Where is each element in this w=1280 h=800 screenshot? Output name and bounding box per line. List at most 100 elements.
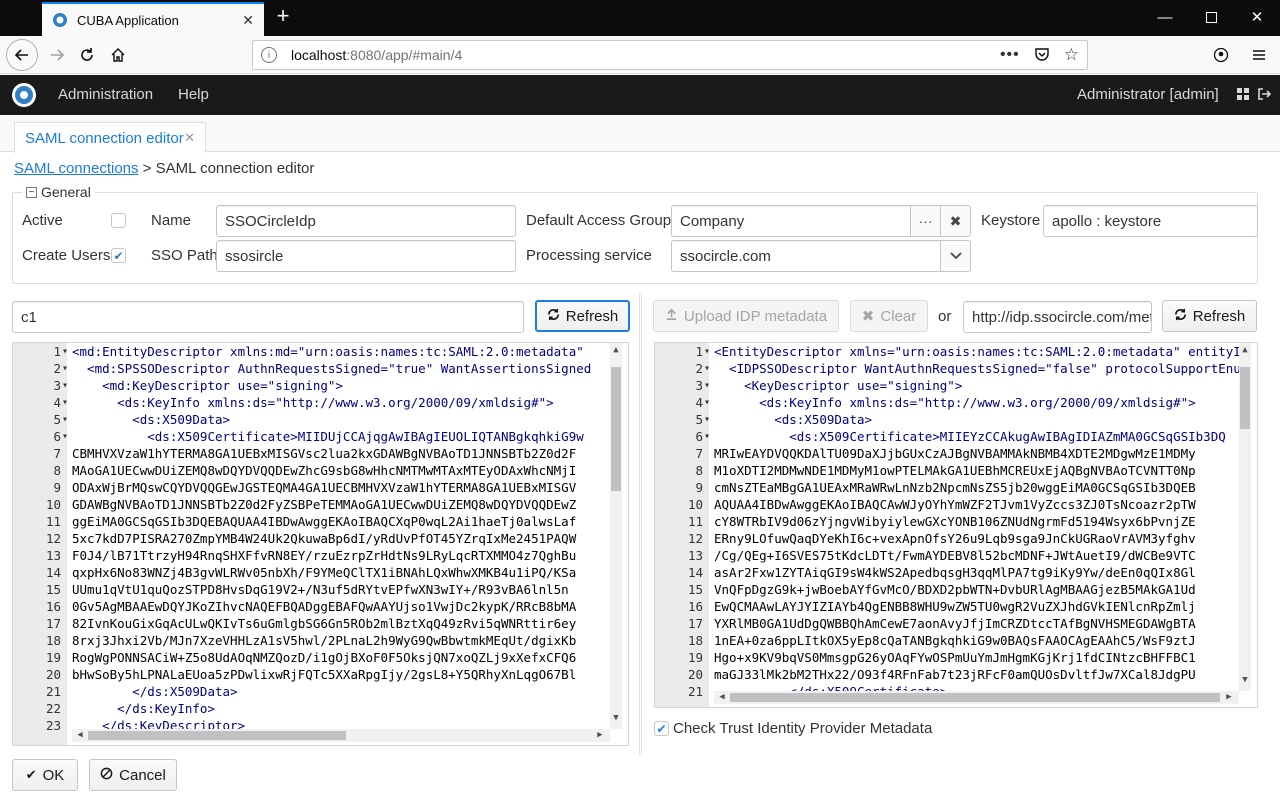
ok-button[interactable]: ✔ OK <box>12 759 78 791</box>
scroll-thumb[interactable] <box>1240 367 1250 429</box>
sp-editor-hscroll[interactable]: ◀ ▶ <box>72 729 610 742</box>
line-number: 15 <box>45 582 61 597</box>
lookup-ellipsis-icon[interactable]: ··· <box>910 205 941 237</box>
scroll-right-icon[interactable]: ▶ <box>1223 692 1235 702</box>
code-line: qxpHx6No83WNZj4B3gvWLRWv05nbXh/F9YMeQClT… <box>72 565 577 580</box>
site-info-icon[interactable]: i <box>261 47 277 63</box>
sp-metadata-editor[interactable]: 1 ▾ 2 ▾ 3 ▾ 4 ▾ 5 ▾ 6 ▾ 7 8 9 10 11 12 13 14 15 16 17 18 19 20 21 2… <box>12 342 629 746</box>
code-line: <ds:KeyInfo xmlns:ds="http://www.w3.org/… <box>72 395 554 410</box>
idp-metadata-editor[interactable]: 1 ▾ 2 ▾ 3 ▾ 4 ▾ 5 ▾ 6 ▾ 7 8 9 10 11 12 13 14 15 16 17 18 19 20 21 … <box>654 342 1258 708</box>
cancel-button[interactable]: Cancel <box>89 759 177 791</box>
account-icon[interactable] <box>1206 40 1236 70</box>
fold-icon[interactable]: ▾ <box>62 428 68 445</box>
line-number: 17 <box>687 616 703 631</box>
processing-service-label: Processing service <box>526 247 652 264</box>
sp-editor-code[interactable]: <md:EntityDescriptor xmlns:md="urn:oasis… <box>72 343 591 734</box>
breadcrumb-separator: > <box>138 160 156 177</box>
sso-path-field[interactable]: ssosircle <box>216 240 516 272</box>
scroll-thumb[interactable] <box>88 731 346 740</box>
fold-icon[interactable]: ▾ <box>704 428 710 445</box>
close-window-icon[interactable]: ✕ <box>1234 0 1280 34</box>
forward-icon[interactable] <box>42 40 72 70</box>
breadcrumb-link-saml-connections[interactable]: SAML connections <box>14 160 139 177</box>
idp-refresh-button[interactable]: Refresh <box>1162 300 1257 332</box>
collapse-toggle-icon[interactable]: − <box>26 186 37 198</box>
url-bar[interactable]: i localhost:8080/app/#main/4 ••• ☆ <box>252 40 1088 70</box>
line-number: 10 <box>687 497 703 512</box>
fold-icon[interactable]: ▾ <box>62 394 68 411</box>
fold-icon[interactable]: ▾ <box>704 394 710 411</box>
page-actions-icon[interactable]: ••• <box>1000 46 1020 64</box>
active-checkbox[interactable] <box>111 213 126 228</box>
tab-saml-connection-editor[interactable]: SAML connection editor ✕ <box>14 122 206 153</box>
menu-help[interactable]: Help <box>178 86 209 103</box>
scroll-thumb[interactable] <box>611 367 621 491</box>
line-number: 11 <box>687 514 703 529</box>
sp-refresh-button[interactable]: Refresh <box>535 300 630 332</box>
scroll-up-icon[interactable]: ▲ <box>610 345 622 355</box>
line-number: 23 <box>45 718 61 733</box>
clear-button[interactable]: ✖ Clear <box>850 300 928 332</box>
chevron-down-icon[interactable] <box>940 240 971 272</box>
hamburger-menu-icon[interactable] <box>1244 40 1274 70</box>
scroll-thumb[interactable] <box>730 693 1220 702</box>
line-number: 10 <box>45 497 61 512</box>
scroll-left-icon[interactable]: ◀ <box>74 730 86 740</box>
check-trust-idp-checkbox[interactable]: ✔ <box>654 721 669 736</box>
scroll-down-icon[interactable]: ▼ <box>610 713 622 723</box>
back-icon[interactable] <box>6 39 38 71</box>
pocket-icon[interactable] <box>1034 46 1050 65</box>
split-panel-divider[interactable] <box>639 293 642 755</box>
create-users-checkbox[interactable]: ✔ <box>111 248 126 263</box>
line-number: 22 <box>45 701 61 716</box>
app-menu-icon[interactable] <box>1236 87 1250 105</box>
scroll-left-icon[interactable]: ◀ <box>716 692 728 702</box>
line-number: 20 <box>45 667 61 682</box>
current-user[interactable]: Administrator [admin] <box>1077 86 1219 103</box>
sso-path-label: SSO Path <box>151 247 218 264</box>
code-line: YXRlMB0GA1UdDgQWBBQhAmCewE7aonAvyJfjImCR… <box>714 616 1196 631</box>
home-icon[interactable] <box>103 40 133 70</box>
keystore-field[interactable]: apollo : keystore <box>1043 205 1258 237</box>
idp-editor-hscroll[interactable]: ◀ ▶ <box>714 691 1239 704</box>
code-line: <md:SPSSODescriptor AuthnRequestsSigned=… <box>72 361 592 376</box>
idp-metadata-url-field[interactable]: http://idp.ssocircle.com/meta-idp.xml <box>963 301 1152 333</box>
logout-icon[interactable] <box>1257 87 1272 105</box>
fold-icon[interactable]: ▾ <box>704 411 710 428</box>
idp-editor-code[interactable]: <EntityDescriptor xmlns="urn:oasis:names… <box>714 343 1248 700</box>
idp-editor-vscroll[interactable]: ▲ ▼ <box>1239 343 1251 691</box>
menu-administration[interactable]: Administration <box>58 86 153 103</box>
minimize-window-icon[interactable]: — <box>1142 0 1188 34</box>
fold-icon[interactable]: ▾ <box>62 343 68 360</box>
processing-service-field[interactable]: ssocircle.com <box>671 240 941 272</box>
upload-idp-metadata-button[interactable]: Upload IDP metadata <box>653 300 839 332</box>
maximize-window-icon[interactable] <box>1188 0 1234 34</box>
fold-icon[interactable]: ▾ <box>62 360 68 377</box>
bookmark-star-icon[interactable]: ☆ <box>1064 45 1079 65</box>
scroll-down-icon[interactable]: ▼ <box>1239 675 1251 685</box>
browser-navbar: i localhost:8080/app/#main/4 ••• ☆ <box>0 36 1280 74</box>
sp-entity-input[interactable]: c1 <box>12 301 524 333</box>
code-line: cY8WTRbIV9d06zYjngvWibyiylewGXcYONB106ZN… <box>714 514 1196 529</box>
close-tab-icon[interactable]: ✕ <box>242 12 254 29</box>
close-workspace-tab-icon[interactable]: ✕ <box>184 130 195 146</box>
fold-icon[interactable]: ▾ <box>704 343 710 360</box>
default-access-group-field[interactable]: Company <box>671 205 911 237</box>
fold-icon[interactable]: ▾ <box>62 411 68 428</box>
general-legend[interactable]: − General <box>22 184 95 200</box>
new-tab-icon[interactable]: + <box>272 5 294 29</box>
name-field[interactable]: SSOCircleIdp <box>216 205 516 237</box>
scroll-up-icon[interactable]: ▲ <box>1239 345 1251 355</box>
line-number: 15 <box>687 582 703 597</box>
scroll-right-icon[interactable]: ▶ <box>594 730 606 740</box>
clear-x-icon[interactable]: ✖ <box>940 205 971 237</box>
reload-icon[interactable] <box>72 40 102 70</box>
fold-icon[interactable]: ▾ <box>704 377 710 394</box>
code-line: ERny9LOfuwQaqDYeKhI6c+vexApnOfsY26u9Lqb9… <box>714 531 1196 546</box>
code-line: Hgo+x9KV9bqVS0MmsgpG26yOAqFYwOSPmUuYmJmH… <box>714 650 1196 665</box>
fold-icon[interactable]: ▾ <box>704 360 710 377</box>
sp-editor-gutter: 1 ▾ 2 ▾ 3 ▾ 4 ▾ 5 ▾ 6 ▾ 7 8 9 10 11 12 13 14 15 16 17 18 19 20 21 2… <box>13 343 68 745</box>
sp-editor-vscroll[interactable]: ▲ ▼ <box>610 343 622 729</box>
browser-tab[interactable]: CUBA Application ✕ <box>42 2 264 36</box>
fold-icon[interactable]: ▾ <box>62 377 68 394</box>
